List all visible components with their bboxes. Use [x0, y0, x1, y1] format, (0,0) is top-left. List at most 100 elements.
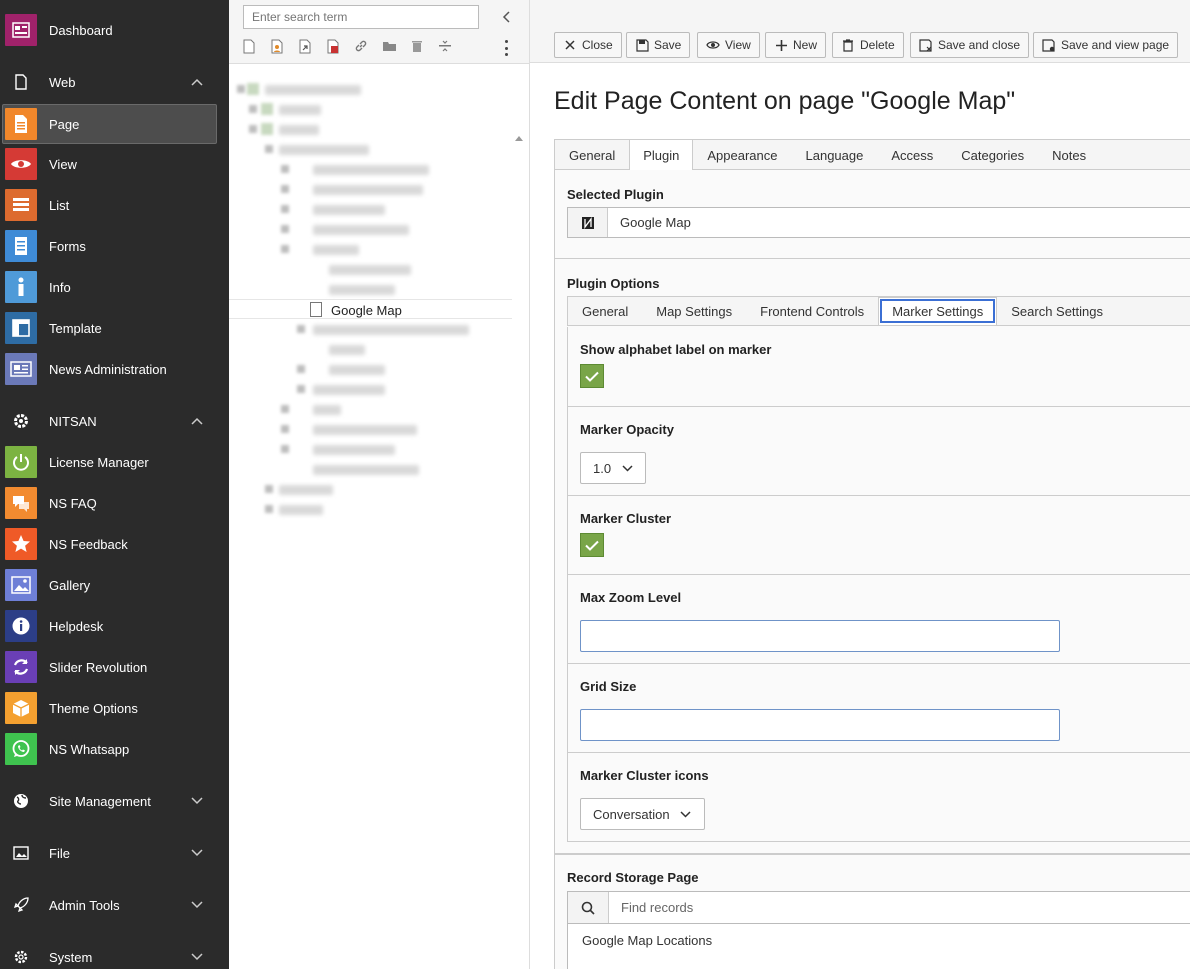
chevron-down-icon[interactable]	[191, 795, 203, 807]
tree-node[interactable]	[313, 385, 385, 395]
module-theme-options[interactable]: Theme Options	[0, 688, 229, 728]
new-button[interactable]: New	[765, 32, 827, 58]
tree-node-toggle[interactable]	[281, 445, 289, 453]
tree-node-toggle[interactable]	[281, 205, 289, 213]
module-list[interactable]: List	[0, 185, 229, 225]
module-ns-faq[interactable]: NS FAQ	[0, 483, 229, 523]
tree-node-toggle[interactable]	[297, 325, 305, 333]
tree-node[interactable]	[313, 225, 409, 235]
tree-node[interactable]	[329, 265, 411, 275]
tree-node[interactable]	[329, 285, 395, 295]
tree-node-toggle[interactable]	[281, 405, 289, 413]
tree-node[interactable]	[313, 205, 385, 215]
tree-node[interactable]	[329, 345, 365, 355]
list-item[interactable]: Google Map Locations	[582, 933, 712, 948]
tab-options-general[interactable]: General	[568, 297, 642, 325]
collapse-tree-icon[interactable]	[499, 8, 513, 26]
tree-node[interactable]	[329, 365, 385, 375]
module-page[interactable]: Page	[2, 104, 217, 144]
group-file[interactable]: File	[0, 833, 229, 873]
chevron-down-icon[interactable]	[191, 951, 203, 963]
tab-appearance[interactable]: Appearance	[693, 140, 791, 169]
tree-node-toggle[interactable]	[265, 505, 273, 513]
tree-node-toggle[interactable]	[237, 85, 245, 93]
grid-size-input[interactable]	[580, 709, 1060, 741]
record-storage-list[interactable]: Google Map Locations	[567, 924, 1190, 969]
tree-node[interactable]	[313, 465, 419, 475]
tree-node-toggle[interactable]	[281, 185, 289, 193]
marker-opacity-select[interactable]: 1.0	[580, 452, 647, 484]
folder-icon[interactable]	[381, 38, 397, 54]
selected-plugin-field[interactable]: Google Map	[567, 207, 1190, 238]
tree-node-toggle[interactable]	[249, 125, 257, 133]
tab-frontend-controls[interactable]: Frontend Controls	[746, 297, 878, 325]
module-news-administration[interactable]: News Administration	[0, 349, 229, 389]
tree-node-toggle[interactable]	[281, 245, 289, 253]
tab-access[interactable]: Access	[877, 140, 947, 169]
tree-node-toggle[interactable]	[265, 485, 273, 493]
tree-node[interactable]	[279, 505, 323, 515]
module-helpdesk[interactable]: Helpdesk	[0, 606, 229, 646]
module-ns-feedback[interactable]: NS Feedback	[0, 524, 229, 564]
cluster-icons-select[interactable]: Conversation	[580, 798, 705, 830]
tab-language[interactable]: Language	[792, 140, 878, 169]
group-web[interactable]: Web	[0, 62, 229, 102]
tree-node-toggle[interactable]	[297, 385, 305, 393]
record-storage-search[interactable]: Find records	[567, 891, 1190, 924]
alphabet-label-checkbox[interactable]	[580, 364, 604, 388]
tab-plugin[interactable]: Plugin	[629, 139, 694, 170]
delete-button[interactable]: Delete	[832, 32, 904, 58]
module-ns-whatsapp[interactable]: NS Whatsapp	[0, 729, 229, 769]
more-options-icon[interactable]	[503, 40, 509, 56]
group-nitsan[interactable]: NITSAN	[0, 401, 229, 441]
tree-node[interactable]	[279, 105, 321, 115]
tree-node-toggle[interactable]	[281, 165, 289, 173]
new-page-icon[interactable]	[241, 38, 257, 54]
trash-icon[interactable]	[409, 38, 425, 54]
new-shortcut-icon[interactable]	[297, 38, 313, 54]
tree-node[interactable]	[313, 325, 469, 335]
module-slider-revolution[interactable]: Slider Revolution	[0, 647, 229, 687]
module-info[interactable]: Info	[0, 267, 229, 307]
module-gallery[interactable]: Gallery	[0, 565, 229, 605]
tab-notes[interactable]: Notes	[1038, 140, 1100, 169]
tree-node[interactable]	[279, 125, 319, 135]
chevron-down-icon[interactable]	[191, 847, 203, 859]
save-button[interactable]: Save	[626, 32, 691, 58]
tab-map-settings[interactable]: Map Settings	[642, 297, 746, 325]
tree-node[interactable]	[313, 425, 417, 435]
module-template[interactable]: Template	[0, 308, 229, 348]
tree-node-toggle[interactable]	[297, 365, 305, 373]
tab-general[interactable]: General	[555, 140, 629, 169]
tree-node[interactable]	[265, 85, 361, 95]
chevron-up-icon[interactable]	[191, 76, 203, 88]
group-system[interactable]: System	[0, 937, 229, 969]
divider-icon[interactable]	[437, 38, 453, 54]
tree-node[interactable]	[313, 445, 395, 455]
tree-node-toggle[interactable]	[265, 145, 273, 153]
tree-node[interactable]	[279, 485, 333, 495]
tab-marker-settings[interactable]: Marker Settings	[878, 297, 998, 325]
tree-node[interactable]	[313, 405, 341, 415]
max-zoom-input[interactable]	[580, 620, 1060, 652]
view-button[interactable]: View	[697, 32, 760, 58]
scroll-up-icon[interactable]	[514, 134, 524, 142]
tree-search-input[interactable]	[243, 5, 479, 29]
save-and-close-button[interactable]: Save and close	[910, 32, 1030, 58]
link-icon[interactable]	[353, 38, 369, 54]
chevron-up-icon[interactable]	[191, 415, 203, 427]
group-admin-tools[interactable]: Admin Tools	[0, 885, 229, 925]
tree-node[interactable]	[313, 165, 429, 175]
module-dashboard[interactable]: Dashboard	[0, 10, 229, 50]
new-external-link-icon[interactable]	[325, 38, 341, 54]
save-and-view-button[interactable]: Save and view page	[1033, 32, 1179, 58]
module-view[interactable]: View	[0, 144, 229, 184]
find-records-input[interactable]: Find records	[621, 900, 693, 915]
tree-node[interactable]	[313, 245, 359, 255]
tab-search-settings[interactable]: Search Settings	[997, 297, 1117, 325]
tree-node-toggle[interactable]	[281, 425, 289, 433]
tree-node-selected[interactable]: Google Map	[229, 299, 512, 319]
close-button[interactable]: Close	[554, 32, 622, 58]
module-license-manager[interactable]: License Manager	[0, 442, 229, 482]
marker-cluster-checkbox[interactable]	[580, 533, 604, 557]
